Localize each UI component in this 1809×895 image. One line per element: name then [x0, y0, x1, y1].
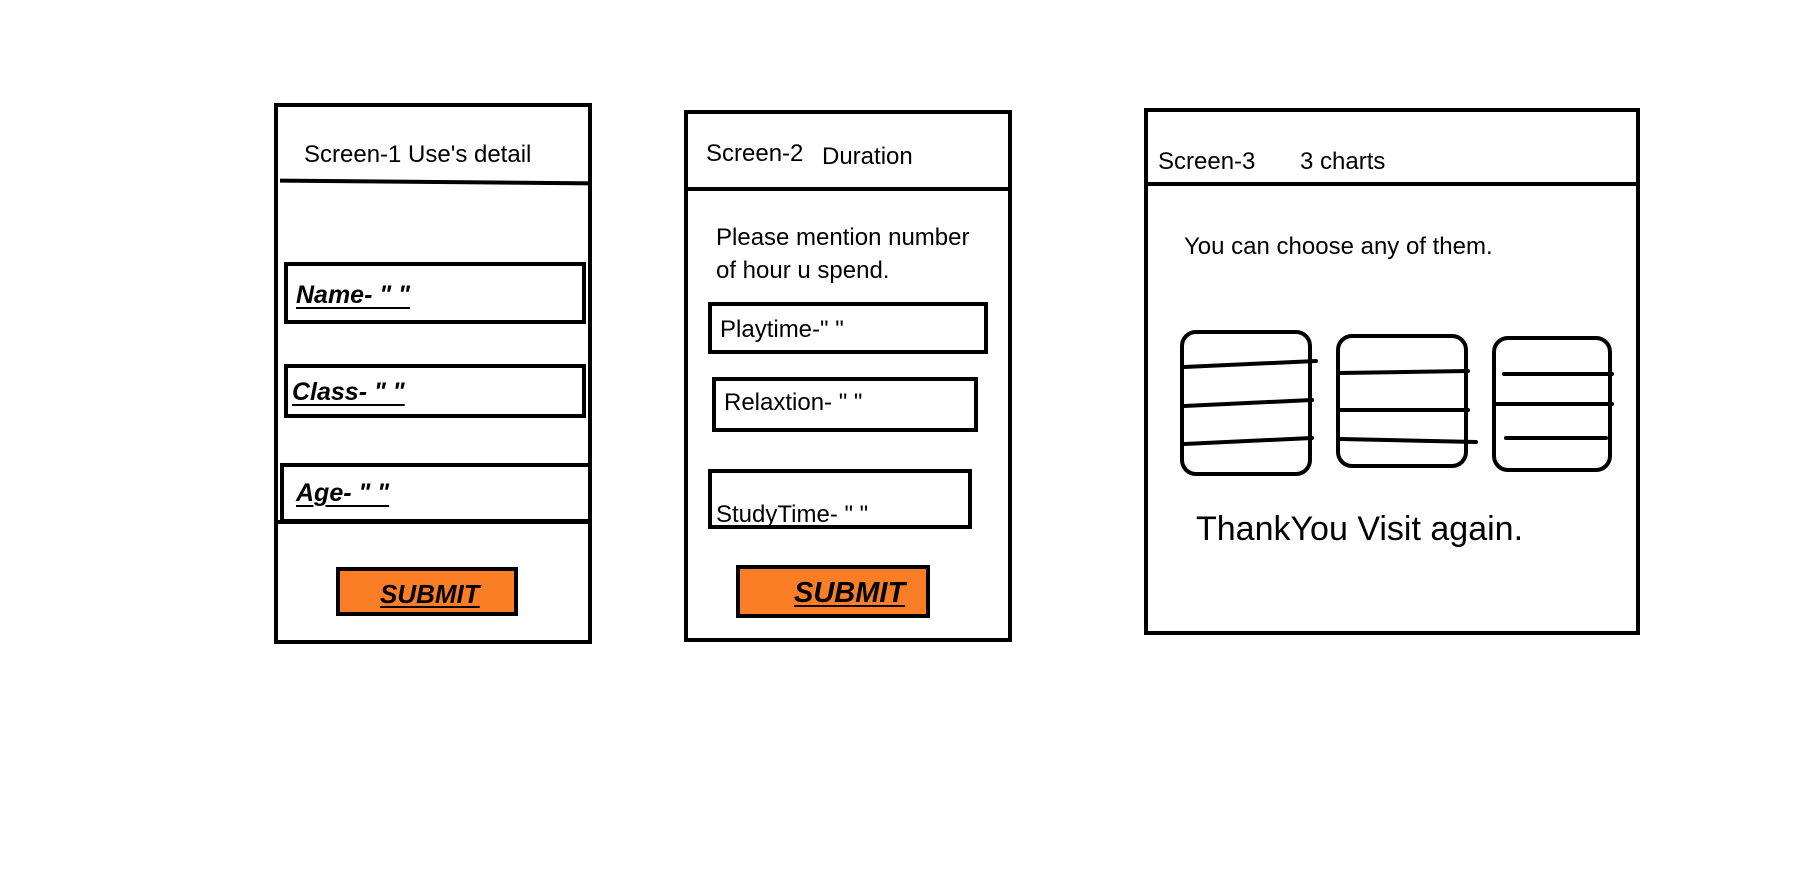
- chart-option-1-lines: [1182, 359, 1318, 446]
- thank-you-message: ThankYou Visit again.: [1196, 510, 1524, 548]
- class-field[interactable]: Class- " ": [284, 364, 586, 418]
- relaxation-field-label: Relaxtion- " ": [724, 389, 863, 416]
- header-divider: [688, 187, 1008, 191]
- name-field-label: Name- " ": [296, 281, 411, 309]
- screen-3-title: 3 charts: [1300, 148, 1386, 175]
- relaxation-field[interactable]: Relaxtion- " ": [712, 377, 978, 432]
- age-field-label: Age- " ": [296, 479, 390, 507]
- studytime-field[interactable]: StudyTime- " ": [708, 469, 972, 529]
- playtime-field-label: Playtime-" ": [720, 316, 844, 343]
- submit-button-label: SUBMIT: [380, 579, 480, 609]
- submit-button[interactable]: SUBMIT: [736, 565, 930, 618]
- screen-1-frame: Screen-1 Use's detail Name- " " Class- "…: [274, 103, 593, 644]
- chart-option-3-lines: [1494, 372, 1614, 440]
- screen-1-title: Screen-1 Use's detail: [304, 141, 532, 168]
- chart-option-2[interactable]: [1336, 334, 1478, 468]
- prompt-line-2: of hour u spend.: [716, 257, 890, 284]
- name-field[interactable]: Name- " ": [284, 262, 586, 324]
- chart-option-3[interactable]: [1492, 336, 1614, 472]
- age-field[interactable]: Age- " ": [280, 463, 592, 523]
- chart-option-2-lines: [1338, 369, 1478, 444]
- screen-2-frame: Screen-2 Duration Please mention number …: [684, 110, 1012, 642]
- chart-option-1[interactable]: [1180, 330, 1318, 476]
- header-divider: [279, 178, 593, 186]
- header-divider: [1148, 182, 1636, 186]
- prompt-line-1: Please mention number: [716, 224, 970, 251]
- screen-2-title: Duration: [822, 143, 913, 170]
- playtime-field[interactable]: Playtime-" ": [708, 302, 988, 354]
- screen-2-number: Screen-2: [706, 140, 804, 167]
- screen-3-number: Screen-3: [1158, 148, 1256, 175]
- section-divider: [278, 520, 590, 524]
- submit-button[interactable]: SUBMIT: [336, 567, 518, 616]
- screen-3-frame: Screen-3 3 charts You can choose any of …: [1144, 108, 1640, 635]
- submit-button-label: SUBMIT: [794, 577, 906, 609]
- class-field-label: Class- " ": [292, 378, 405, 406]
- choose-prompt: You can choose any of them.: [1184, 233, 1493, 260]
- studytime-field-label: StudyTime- " ": [716, 501, 869, 528]
